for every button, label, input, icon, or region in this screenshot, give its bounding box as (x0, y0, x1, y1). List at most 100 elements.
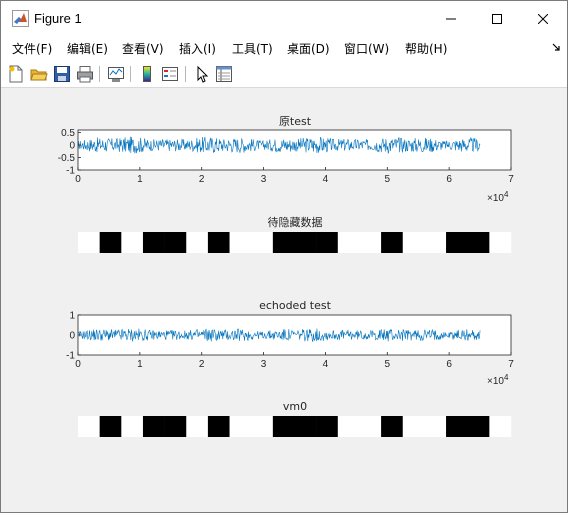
bit-bar (78, 232, 100, 253)
bit-bar (142, 416, 165, 437)
x-tick-label: 1 (137, 359, 143, 370)
bit-bar (402, 232, 425, 253)
dock-arrow-icon[interactable] (552, 43, 561, 52)
bit-bar (489, 416, 512, 437)
bit-bar (99, 232, 122, 253)
bit-bar (446, 232, 468, 253)
bit-bar (121, 416, 144, 437)
x-tick-label: 4 (323, 359, 329, 370)
x-tick-label: 6 (446, 359, 452, 370)
x-tick-label: 1 (137, 174, 143, 185)
bit-bar (207, 416, 230, 437)
insert-colorbar-icon[interactable] (138, 65, 156, 83)
axes-title: echoded test (259, 299, 332, 312)
y-tick-label: 1 (69, 311, 75, 322)
x-tick-label: 0 (75, 359, 81, 370)
axes-original-test[interactable]: 原test 01234567 0.50-0.5-1 ×104 (58, 115, 514, 204)
bit-bar (316, 416, 339, 437)
minimize-button[interactable] (428, 1, 474, 36)
property-inspector-icon[interactable] (215, 65, 233, 83)
bit-bar (164, 232, 187, 253)
y-tick-label: 0.5 (61, 128, 75, 139)
close-button[interactable] (520, 1, 566, 36)
bit-bar (359, 416, 382, 437)
menu-tools[interactable]: 工具(T) (232, 40, 273, 57)
toolbar-separator (185, 66, 186, 82)
x-tick-label: 4 (323, 174, 329, 185)
x-tick-label: 5 (385, 359, 391, 370)
insert-legend-icon[interactable] (161, 65, 179, 83)
print-icon[interactable] (76, 65, 94, 83)
menu-edit[interactable]: 编辑(E) (67, 40, 108, 57)
axes-echoed-test[interactable]: echoded test 01234567 10-1 ×104 (66, 299, 514, 387)
y-tick-label: 0 (69, 141, 75, 152)
new-figure-icon[interactable] (7, 65, 25, 83)
menu-help[interactable]: 帮助(H) (405, 40, 447, 57)
edit-plot-icon[interactable] (193, 65, 211, 83)
figure-window: Figure 1 文件(F) 编辑(E) 查看(V) 插入(I) 工具(T) 桌… (0, 0, 568, 513)
bit-bar (186, 416, 209, 437)
toolbar-separator (130, 66, 131, 82)
bit-bar (164, 416, 187, 437)
bit-bar (381, 232, 404, 253)
bit-bar (207, 232, 230, 253)
toolbar (1, 60, 567, 88)
y-tick-label: 0 (69, 331, 75, 342)
x-tick-label: 7 (508, 174, 514, 185)
menu-insert[interactable]: 插入(I) (179, 40, 216, 57)
y-tick-label: -1 (66, 166, 75, 177)
x-tick-label: 2 (199, 174, 205, 185)
bit-bar (251, 416, 274, 437)
y-tick-label: -0.5 (58, 153, 76, 164)
bit-bar (294, 232, 317, 253)
bit-bar (272, 416, 295, 437)
figure-canvas[interactable]: 原test 01234567 0.5 0 -0.5 -1 ×104 待隐藏数据 ech… (1, 89, 567, 512)
bit-bar (316, 232, 339, 253)
bit-bar (78, 416, 100, 437)
bit-bar (229, 232, 252, 253)
axes-title: 待隐藏数据 (268, 215, 323, 229)
bit-bar (424, 416, 447, 437)
bit-bar (489, 232, 512, 253)
bit-bar (186, 232, 209, 253)
bit-bar (467, 416, 490, 437)
x-tick-label: 2 (199, 359, 205, 370)
bit-bar (381, 416, 404, 437)
x-tick-label: 3 (261, 174, 267, 185)
close-icon (538, 13, 548, 24)
bit-bar (272, 232, 295, 253)
window-title: Figure 1 (34, 11, 82, 26)
axes-title: vm0 (283, 400, 307, 413)
link-plot-icon[interactable] (107, 65, 125, 83)
matlab-logo-icon (12, 10, 29, 27)
bit-bar (99, 416, 122, 437)
menu-desktop[interactable]: 桌面(D) (287, 40, 330, 57)
x-tick-label: 7 (508, 359, 514, 370)
y-tick-label: -1 (66, 351, 75, 362)
bit-bar (424, 232, 447, 253)
plots-svg: 原test 01234567 0.50-0.5-1 ×104 待隐藏数据 ech… (58, 115, 514, 437)
x-tick-label: 3 (261, 359, 267, 370)
maximize-icon (492, 13, 502, 24)
axes-vm0[interactable]: vm0 (78, 400, 512, 437)
title-bar[interactable]: Figure 1 (1, 1, 567, 36)
bit-bar (467, 232, 490, 253)
x-exponent-label: ×104 (487, 190, 509, 204)
bit-bars (78, 416, 512, 437)
open-file-icon[interactable] (30, 65, 48, 83)
bit-bar (142, 232, 165, 253)
bit-bar (337, 416, 360, 437)
bit-bar (251, 232, 274, 253)
x-tick-label: 6 (446, 174, 452, 185)
save-icon[interactable] (53, 65, 71, 83)
menu-file[interactable]: 文件(F) (12, 40, 52, 57)
menu-view[interactable]: 查看(V) (122, 40, 164, 57)
bit-bar (337, 232, 360, 253)
menu-window[interactable]: 窗口(W) (344, 40, 389, 57)
bit-bar (402, 416, 425, 437)
maximize-button[interactable] (474, 1, 520, 36)
toolbar-separator (99, 66, 100, 82)
x-tick-label: 5 (385, 174, 391, 185)
axes-hidden-data[interactable]: 待隐藏数据 (78, 215, 512, 253)
bit-bar (359, 232, 382, 253)
